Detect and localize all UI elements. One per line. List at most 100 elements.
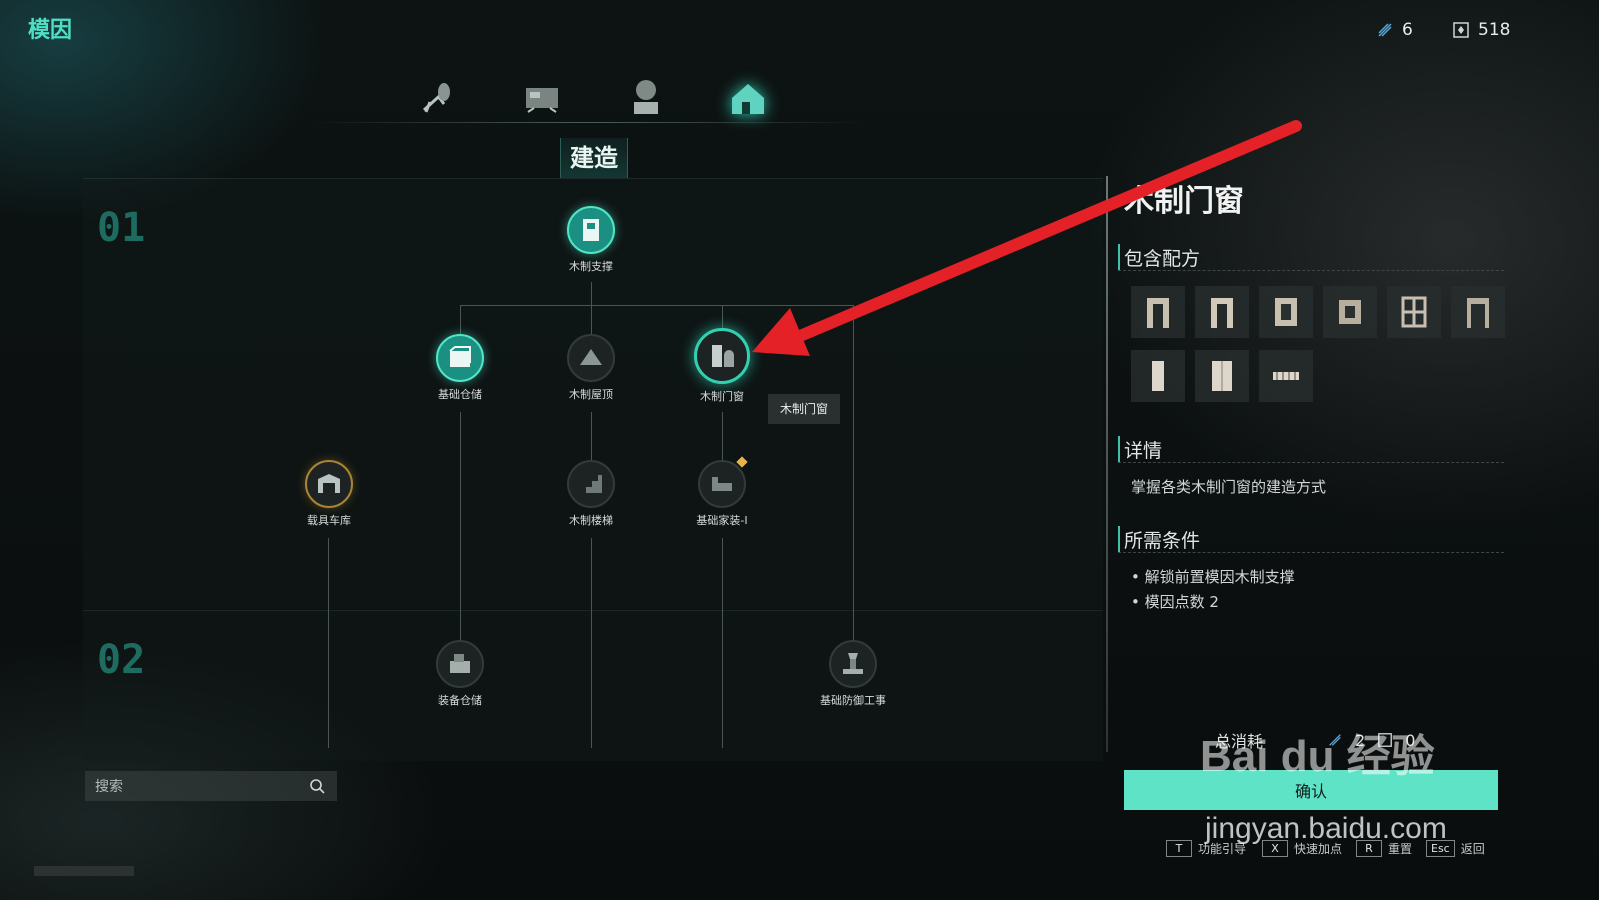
tree-connector [853,305,854,645]
tree-connector [591,305,592,335]
category-plant[interactable] [622,74,670,122]
node-label: 木制支撑 [569,260,613,273]
insect-icon [422,83,450,113]
recipe-slot[interactable] [1387,286,1441,338]
house-icon [732,84,764,114]
workbench-icon [526,88,558,113]
material-value: 518 [1478,20,1511,40]
category-workbench[interactable] [518,74,566,122]
storage-icon [449,346,471,367]
node-label: 基础仓储 [438,388,482,401]
tree-connector [460,305,854,306]
recipe-slot[interactable] [1451,286,1505,338]
panel-title: 木制门窗 [1124,184,1244,219]
recipe-slot[interactable] [1259,350,1313,402]
fence-icon [1273,372,1299,380]
watchtower-icon [843,653,863,674]
node-wood-stairs[interactable]: 木制楼梯 [546,460,636,528]
node-icon-frame [567,460,615,508]
hint-label: 返回 [1460,842,1485,856]
category-building[interactable] [724,74,772,122]
tree-connector [460,412,461,640]
requirement-text: 解锁前置模因木制支撑 [1144,568,1295,586]
search-input[interactable] [85,777,309,795]
recipe-slot[interactable] [1195,350,1249,402]
watermark-logo: Bai du 经验 [1200,732,1435,781]
tier-02-panel: 02 [83,610,1103,761]
node-basic-furniture[interactable]: 基础家装-I [677,460,767,528]
search-box [85,771,337,801]
node-label: 装备仓储 [438,694,482,707]
node-icon-frame [436,334,484,382]
node-icon-frame [436,640,484,688]
door-frame-icon [1147,298,1169,328]
node-wood-door-window[interactable]: 木制门窗 [677,328,767,404]
tree-connector [328,538,329,748]
requirements-heading: 所需条件 [1118,526,1200,553]
node-icon-frame [305,460,353,508]
tree-connector [722,412,723,460]
door-frame-icon [1211,298,1233,328]
category-insect[interactable] [414,74,462,122]
node-equipment-storage[interactable]: 装备仓储 [415,640,505,708]
door-icon [712,345,734,367]
material-counter: 518 [1452,20,1510,40]
roof-icon [580,349,602,365]
details-text: 掌握各类木制门窗的建造方式 [1131,478,1327,496]
gene-icon [1378,23,1392,37]
window-frame-icon [1275,298,1297,326]
furniture-icon [712,477,732,491]
node-label: 载具车库 [307,514,351,527]
tree-connector [591,282,592,306]
recipes-heading: 包含配方 [1118,244,1200,271]
section-divider [1118,552,1504,554]
requirement-item: • 模因点数 2 [1131,593,1219,611]
double-door-icon [1212,361,1232,391]
crate-icon [450,654,470,673]
material-icon [1453,22,1469,38]
recipe-slot[interactable] [1131,286,1185,338]
scroll-indicator [34,866,134,876]
watermark-url: jingyan.baidu.com [1205,812,1447,845]
section-divider [1118,270,1504,272]
node-label: 基础防御工事 [820,694,886,707]
tree-connector [722,538,723,748]
details-heading: 详情 [1118,436,1162,463]
door-frame-icon [1467,298,1489,328]
gene-points-value: 6 [1402,20,1413,40]
recipe-slot[interactable] [1259,286,1313,338]
category-divider [310,122,870,123]
recipe-slot[interactable] [1131,350,1185,402]
section-divider [1118,462,1504,464]
node-wood-roof[interactable]: 木制屋顶 [546,334,636,402]
node-wood-support[interactable]: 木制支撑 [546,206,636,274]
support-icon [583,219,599,241]
tier-label: 02 [97,637,146,683]
recipe-slot[interactable] [1323,286,1377,338]
node-label: 木制楼梯 [569,514,613,527]
gene-points-counter: 6 [1376,20,1413,40]
panel-divider [1106,176,1108,752]
node-icon-frame [698,460,746,508]
node-vehicle-garage[interactable]: 载具车库 [284,460,374,528]
tree-connector [591,412,592,460]
node-icon-frame [567,206,615,254]
section-title: 建造 [560,138,628,178]
door-icon [1152,361,1164,391]
node-tooltip: 木制门窗 [768,394,840,424]
search-icon[interactable] [309,778,325,794]
plant-icon [634,80,658,114]
requirement-item: • 解锁前置模因木制支撑 [1131,568,1295,586]
window-frame-icon [1339,300,1361,324]
node-basic-storage[interactable]: 基础仓储 [415,334,505,402]
page-title: 模因 [28,18,73,43]
tree-connector [591,538,592,748]
node-label: 木制门窗 [700,390,744,403]
garage-icon [318,474,340,493]
tier-label: 01 [97,205,146,251]
node-label: 木制屋顶 [569,388,613,401]
tree-connector [460,305,461,335]
node-basic-defense[interactable]: 基础防御工事 [808,640,898,708]
recipe-slot[interactable] [1195,286,1249,338]
node-icon-frame [694,328,750,384]
